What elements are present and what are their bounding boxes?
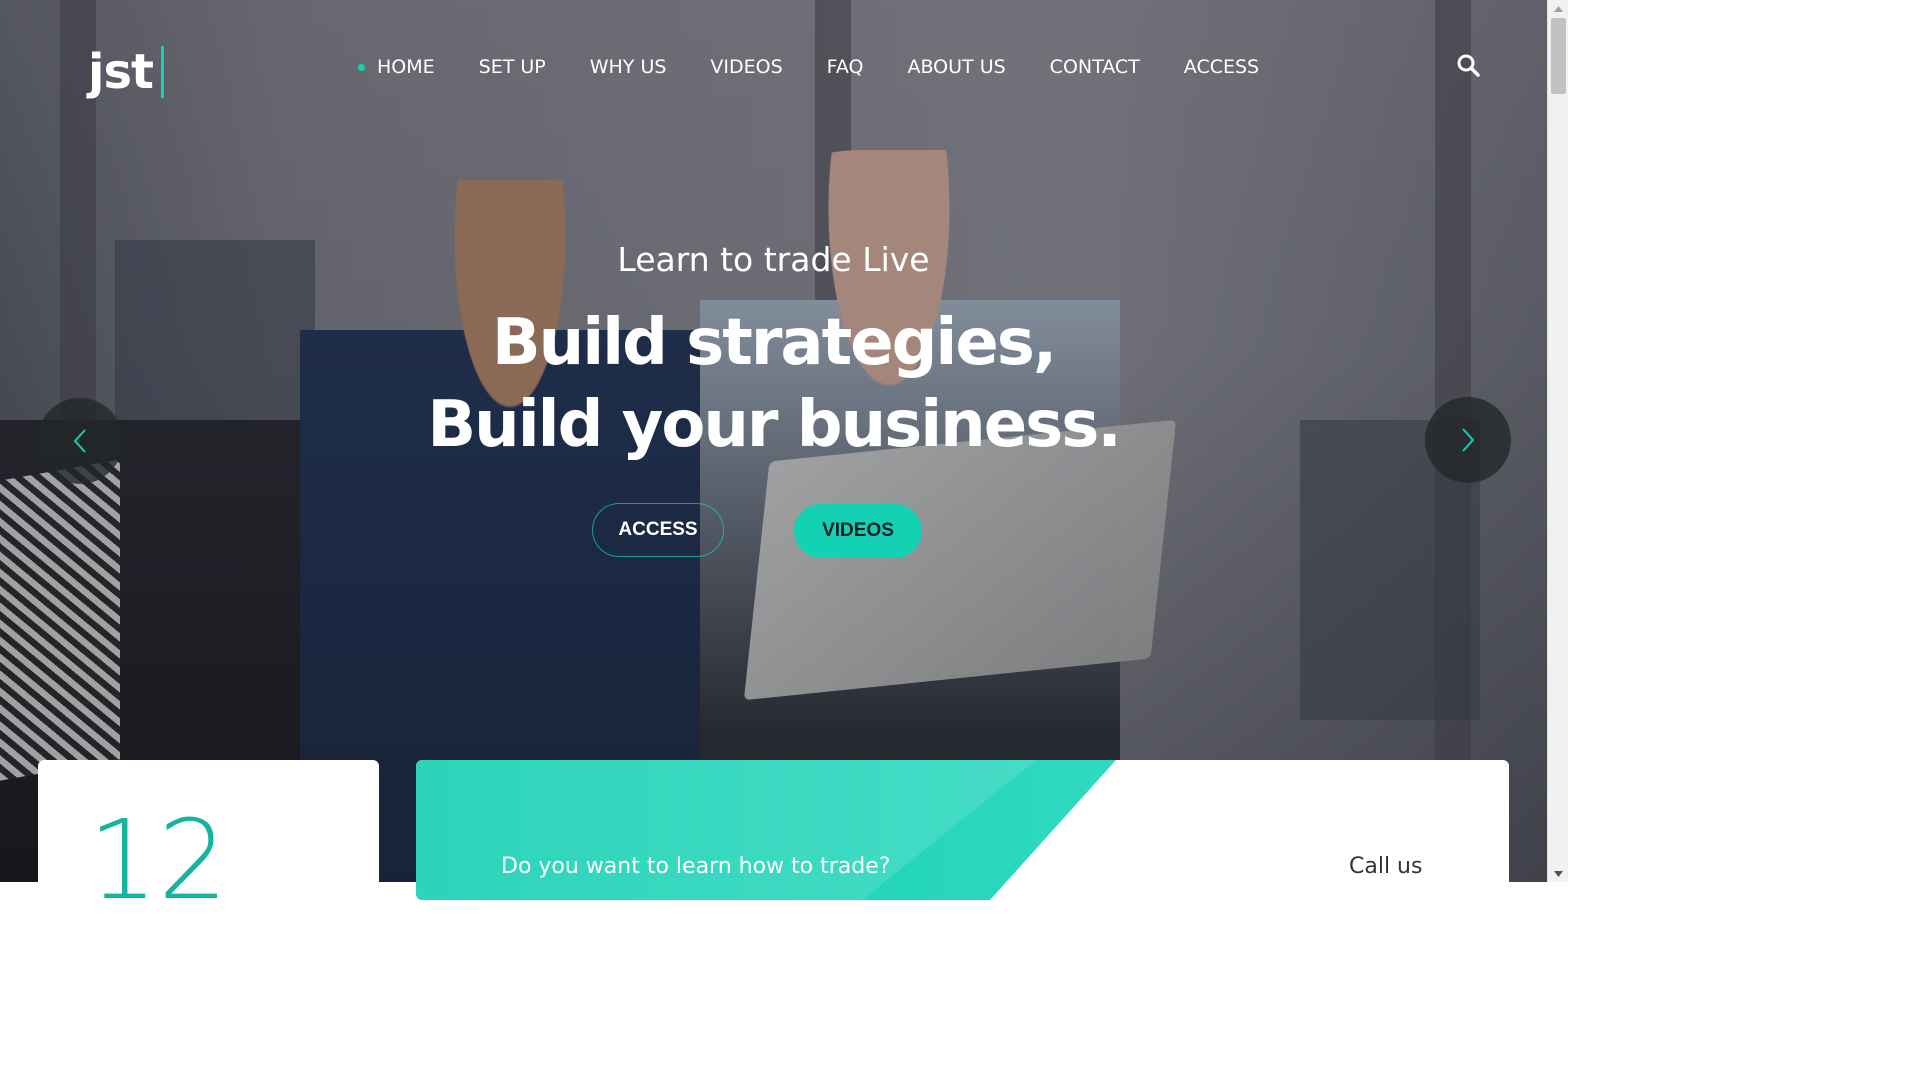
logo-text: jst [88, 44, 154, 100]
slider-next-button[interactable] [1425, 397, 1511, 483]
nav-item-label: VIDEOS [710, 56, 783, 78]
hero-title-line: Build strategies, [491, 306, 1057, 380]
nav-item-set-up[interactable]: SET UP [479, 56, 546, 78]
main-nav: HOME SET UP WHY US VIDEOS FAQ ABOUT US C… [358, 52, 1303, 82]
nav-item-access[interactable]: ACCESS [1184, 56, 1259, 78]
nav-item-label: ABOUT US [907, 56, 1006, 78]
nav-item-label: WHY US [589, 56, 667, 78]
scroll-up-icon[interactable] [1548, 0, 1569, 17]
nav-item-label: HOME [377, 56, 435, 78]
scrollbar-thumb[interactable] [1551, 18, 1566, 94]
nav-item-videos[interactable]: VIDEOS [710, 56, 782, 78]
cta-question: Do you want to learn how to trade? [501, 854, 891, 879]
hero-title: Build strategies, Build your business. [0, 302, 1547, 466]
cta-card: Do you want to learn how to trade? Call … [416, 760, 1509, 900]
access-button[interactable]: ACCESS [592, 503, 724, 557]
nav-item-about-us[interactable]: ABOUT US [907, 56, 1005, 78]
active-indicator-dot [358, 63, 365, 71]
nav-item-label: ACCESS [1183, 56, 1260, 78]
counter-card: 12 [38, 760, 379, 900]
counter-value: 12 [88, 796, 228, 900]
nav-item-label: FAQ [826, 56, 864, 78]
vertical-scrollbar[interactable] [1547, 0, 1568, 882]
nav-item-contact[interactable]: CONTACT [1050, 56, 1140, 78]
nav-item-home[interactable]: HOME [358, 56, 435, 78]
videos-button[interactable]: VIDEOS [794, 504, 922, 558]
nav-item-label: CONTACT [1049, 56, 1140, 78]
hero-title-line: Build your business. [427, 388, 1121, 462]
chevron-right-icon [1462, 428, 1475, 452]
nav-item-faq[interactable]: FAQ [827, 56, 864, 78]
chevron-left-icon [73, 429, 86, 453]
site-logo[interactable]: jst [88, 44, 164, 100]
logo-accent-bar [160, 46, 164, 98]
search-icon[interactable] [1456, 53, 1480, 77]
hero-subtitle: Learn to trade Live [617, 240, 930, 279]
slider-prev-button[interactable] [37, 398, 123, 484]
nav-item-why-us[interactable]: WHY US [590, 56, 667, 78]
scroll-down-icon[interactable] [1548, 865, 1569, 882]
nav-item-label: SET UP [478, 56, 546, 78]
call-us-label: Call us [1349, 854, 1423, 879]
